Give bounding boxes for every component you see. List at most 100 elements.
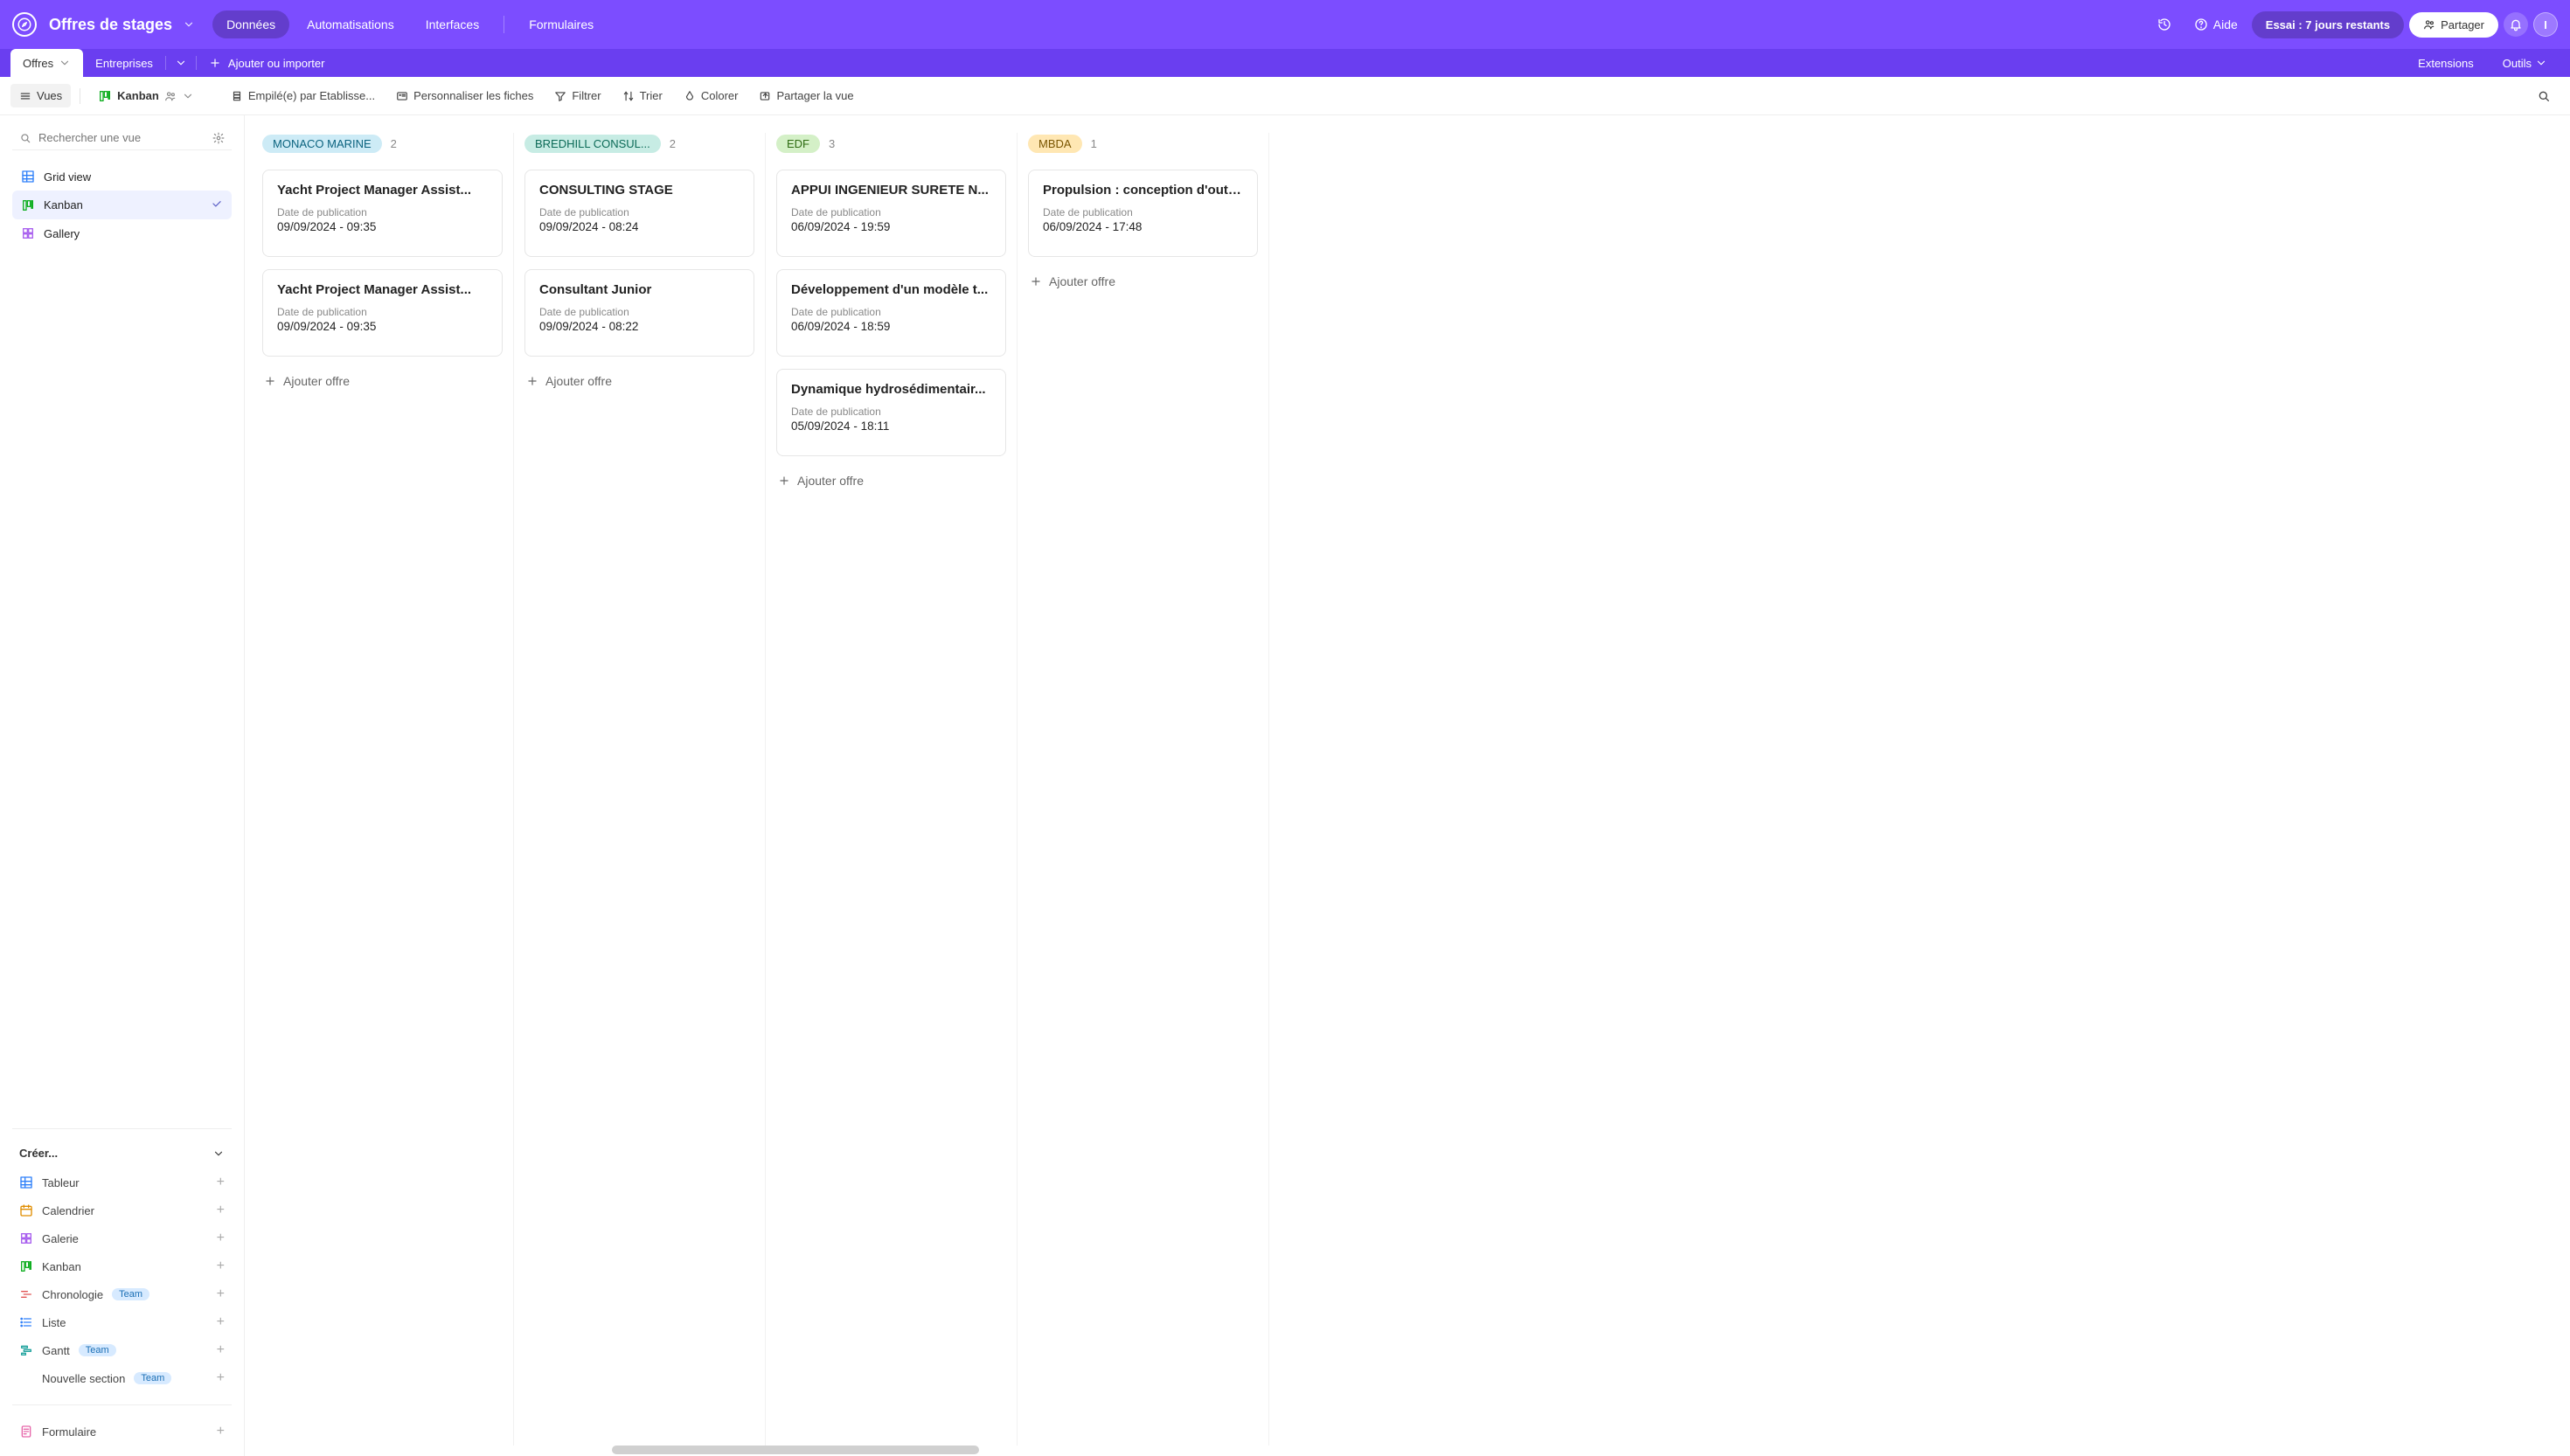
sidebar-view-grid-view[interactable]: Grid view [12,163,232,191]
kanban-card[interactable]: Développement d'un modèle t... Date de pu… [776,269,1006,357]
sidebar-view-kanban[interactable]: Kanban [12,191,232,219]
create-tableur[interactable]: Tableur+ [12,1168,232,1196]
column-tag[interactable]: MBDA [1028,135,1082,153]
add-card-button[interactable]: Ajouter offre [1028,271,1258,292]
share-button[interactable]: Partager [2409,12,2498,38]
users-mini-icon [164,90,177,102]
help-button[interactable]: Aide [2185,12,2247,37]
card-field-label: Date de publication [539,306,740,318]
create-liste[interactable]: Liste+ [12,1308,232,1336]
help-label: Aide [2213,17,2238,31]
card-title: Yacht Project Manager Assist... [277,282,488,297]
column-tag[interactable]: EDF [776,135,820,153]
kanban-card[interactable]: APPUI INGENIEUR SURETE N...Date de publi… [776,170,1006,257]
create-chronologie[interactable]: ChronologieTeam+ [12,1280,232,1308]
create-form-item[interactable]: Formulaire + [12,1418,232,1446]
views-menu-button[interactable]: Vues [10,84,71,107]
topnav-formulaires[interactable]: Formulaires [515,10,608,38]
base-icon[interactable] [12,12,37,37]
chevron-down-icon [212,1147,225,1160]
search-icon [19,132,31,144]
card-title: Dynamique hydrosédimentair... [791,382,991,397]
card-field-value: 06/09/2024 - 18:59 [791,320,991,333]
kanban-card[interactable]: Propulsion : conception d'outil...Date d… [1028,170,1258,257]
share-view-label: Partager la vue [776,89,853,102]
create-galerie[interactable]: Galerie+ [12,1224,232,1252]
card-title: Développement d'un modèle t... [791,282,991,297]
form-icon [19,1425,33,1439]
kanban-column: MONACO MARINE 2 Yacht Project Manager Assi… [262,133,514,1446]
tools-button[interactable]: Outils [2492,57,2558,70]
kanban-card[interactable]: Consultant Junior Date de publication 09/0… [524,269,754,357]
search-views-input[interactable] [38,131,205,144]
kanban-card[interactable]: Yacht Project Manager Assist... Date de p… [262,269,503,357]
create-kanban[interactable]: Kanban+ [12,1252,232,1280]
current-view-label: Kanban [117,89,159,102]
avatar[interactable]: I [2533,12,2558,37]
create-form-label: Formulaire [42,1425,96,1439]
card-field-label: Date de publication [791,406,991,418]
sort-button[interactable]: Trier [614,84,671,107]
column-tag[interactable]: MONACO MARINE [262,135,382,153]
customize-cards-label: Personnaliser les fiches [413,89,533,102]
add-import-button[interactable]: Ajouter ou importer [197,49,337,77]
topnav-interfaces[interactable]: Interfaces [412,10,493,38]
extensions-button[interactable]: Extensions [2407,57,2484,70]
create-gantt[interactable]: GanttTeam+ [12,1336,232,1364]
views-settings-icon[interactable] [212,132,225,144]
kanban-column: MBDA 1 Propulsion : conception d'outil...D… [1018,133,1269,1446]
column-tag[interactable]: BREDHILL CONSUL... [524,135,661,153]
kanban-column: EDF3APPUI INGENIEUR SURETE N...Date de p… [766,133,1018,1446]
top-nav: DonnéesAutomatisationsInterfaces Formulai… [212,10,608,38]
stacked-by-label: Empilé(e) par Etablisse... [248,89,375,102]
filter-label: Filtrer [572,89,601,102]
card-field-value: 09/09/2024 - 09:35 [277,320,488,333]
filter-button[interactable]: Filtrer [545,84,609,107]
search-records-button[interactable] [2528,84,2560,108]
add-card-button[interactable]: Ajouter offre [524,371,754,392]
card-title: APPUI INGENIEUR SURETE N... [791,183,991,198]
base-title-chevron-icon[interactable] [183,18,195,31]
table-tab-entreprises[interactable]: Entreprises [83,49,165,77]
create-section-header[interactable]: Créer... [12,1141,232,1165]
trial-pill[interactable]: Essai : 7 jours restants [2252,11,2404,38]
column-count: 1 [1091,137,1097,150]
tables-dropdown-button[interactable] [166,49,196,77]
card-title: CONSULTING STAGE [539,183,740,198]
card-title: Consultant Junior [539,282,740,297]
horizontal-scrollbar[interactable] [507,1446,2553,1454]
base-title[interactable]: Offres de stages [49,16,172,34]
add-card-button[interactable]: Ajouter offre [776,470,1006,491]
history-button[interactable] [2149,12,2180,37]
card-field-label: Date de publication [791,306,991,318]
share-label: Partager [2441,18,2484,31]
card-field-label: Date de publication [277,306,488,318]
chevron-down-icon [182,90,194,102]
create-nouvelle-section[interactable]: Nouvelle sectionTeam+ [12,1364,232,1392]
sidebar-view-gallery[interactable]: Gallery [12,219,232,247]
create-header-label: Créer... [19,1147,58,1160]
card-field-value: 09/09/2024 - 08:24 [539,220,740,233]
notifications-button[interactable] [2504,12,2528,37]
color-button[interactable]: Colorer [675,84,747,107]
card-field-value: 06/09/2024 - 19:59 [791,220,991,233]
current-view-button[interactable]: Kanban [89,84,203,108]
share-view-button[interactable]: Partager la vue [750,84,862,107]
customize-cards-button[interactable]: Personnaliser les fiches [387,84,542,107]
topnav-automatisations[interactable]: Automatisations [293,10,408,38]
kanban-card[interactable]: Dynamique hydrosédimentair... Date de pub… [776,369,1006,456]
table-tab-offres[interactable]: Offres [10,49,83,77]
kanban-card[interactable]: Yacht Project Manager Assist...Date de p… [262,170,503,257]
column-count: 2 [391,137,397,150]
card-field-value: 09/09/2024 - 09:35 [277,220,488,233]
topnav-données[interactable]: Données [212,10,289,38]
color-label: Colorer [701,89,739,102]
kanban-card[interactable]: CONSULTING STAGEDate de publication09/09… [524,170,754,257]
add-import-label: Ajouter ou importer [228,57,325,70]
views-sidebar: Grid viewKanbanGallery Créer... Tableur+… [0,115,245,1456]
add-card-button[interactable]: Ajouter offre [262,371,503,392]
card-field-value: 09/09/2024 - 08:22 [539,320,740,333]
create-calendrier[interactable]: Calendrier+ [12,1196,232,1224]
card-field-label: Date de publication [1043,206,1243,218]
stacked-by-button[interactable]: Empilé(e) par Etablisse... [222,84,384,107]
